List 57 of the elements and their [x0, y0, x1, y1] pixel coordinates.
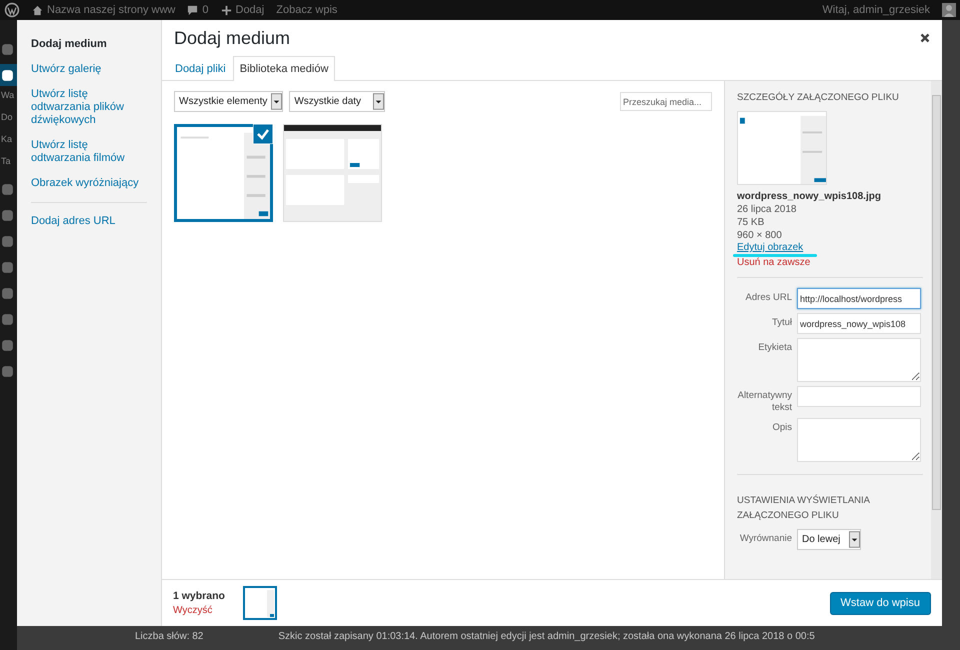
- new-content-link[interactable]: Dodaj: [220, 4, 264, 16]
- filter-dropdown[interactable]: Wszystkie daty: [289, 91, 386, 112]
- menu-link[interactable]: Utwórz galerię: [31, 57, 147, 82]
- draft-status: Szkic został zapisany 01:03:14. Autorem ostatniej edycji jest admin_grzesiek; została ona wykonana 26 lipca 2018 o 00:5: [278, 631, 815, 642]
- menu-icon[interactable]: [1, 68, 14, 82]
- home-icon: [32, 4, 43, 16]
- tab[interactable]: Biblioteka mediów: [232, 56, 336, 81]
- field-label: Wyrównanie: [738, 532, 792, 545]
- menu-item[interactable]: Ta: [0, 156, 17, 174]
- section-heading: SZCZEGÓŁY ZAŁĄCZONEGO PLIKU: [737, 92, 900, 103]
- menu-link[interactable]: Dodaj medium: [31, 32, 147, 57]
- selection-count: 1 wybrano: [173, 590, 225, 602]
- menu-link[interactable]: Utwórz listę odtwarzania plików dźwiękowych: [31, 82, 147, 133]
- section-heading: USTAWIENIA WYŚWIETLANIA ZAŁĄCZONEGO PLIKU: [737, 494, 871, 523]
- plus-icon: [220, 4, 232, 16]
- insert-button[interactable]: Wstaw do wpisu: [830, 592, 931, 614]
- menu-item-highlight[interactable]: [0, 64, 17, 86]
- menu-link[interactable]: Obrazek wyróżniający: [31, 171, 147, 196]
- alignment-dropdown[interactable]: Do lewej: [797, 529, 861, 550]
- speech-bubble-icon: [187, 4, 198, 16]
- search-field[interactable]: Przeszukaj media...: [620, 92, 712, 111]
- tab[interactable]: Dodaj pliki: [168, 56, 233, 81]
- caret-icon: [849, 531, 860, 548]
- field-label: Etykieta: [757, 341, 792, 354]
- text-field[interactable]: http://localhost/wordpress: [797, 288, 921, 309]
- field-label: Opis: [771, 421, 792, 434]
- menu-item[interactable]: Do: [0, 112, 17, 130]
- word-count: Liczba słów: 82: [135, 631, 204, 642]
- file-size: 75 KB: [737, 216, 766, 229]
- field-label: Alternatywny tekst: [737, 389, 792, 414]
- close-icon[interactable]: [920, 33, 930, 43]
- file-name: wordpress_nowy_wpis108.jpg: [737, 190, 882, 203]
- image-dimensions: 960 × 800: [737, 229, 783, 242]
- comments-link[interactable]: 0: [187, 4, 208, 16]
- filter-dropdown[interactable]: Wszystkie elementy: [174, 91, 284, 112]
- delete-link[interactable]: Usuń na zawsze: [737, 257, 923, 269]
- scrollbar[interactable]: [931, 81, 942, 579]
- modal-title: Dodaj medium: [174, 28, 292, 48]
- caret-icon: [271, 93, 282, 110]
- edit-image-link[interactable]: Edytuj obrazek: [737, 242, 804, 254]
- field-label: Tytuł: [770, 316, 792, 329]
- text-field[interactable]: wordpress_nowy_wpis108: [797, 313, 921, 334]
- caret-icon: [373, 93, 384, 110]
- avatar-icon[interactable]: [942, 3, 956, 17]
- clear-link[interactable]: Wyczyść: [173, 605, 225, 616]
- site-link[interactable]: Nazwa naszej strony www: [32, 4, 176, 16]
- menu-link[interactable]: Dodaj adres URL: [31, 209, 147, 234]
- upload-date: 26 lipca 2018: [737, 203, 798, 216]
- menu-link[interactable]: Utwórz listę odtwarzania filmów: [31, 133, 147, 171]
- menu-item[interactable]: Wa: [0, 90, 17, 108]
- checkmark-icon[interactable]: [253, 124, 273, 144]
- wordpress-logo-icon[interactable]: [4, 2, 20, 18]
- greeting-link[interactable]: Witaj, admin_grzesiek: [822, 4, 930, 16]
- menu-item[interactable]: Ka: [0, 134, 17, 152]
- field-label: Adres URL: [744, 291, 792, 304]
- text-field[interactable]: [797, 386, 921, 407]
- view-post-link[interactable]: Zobacz wpis: [276, 4, 338, 16]
